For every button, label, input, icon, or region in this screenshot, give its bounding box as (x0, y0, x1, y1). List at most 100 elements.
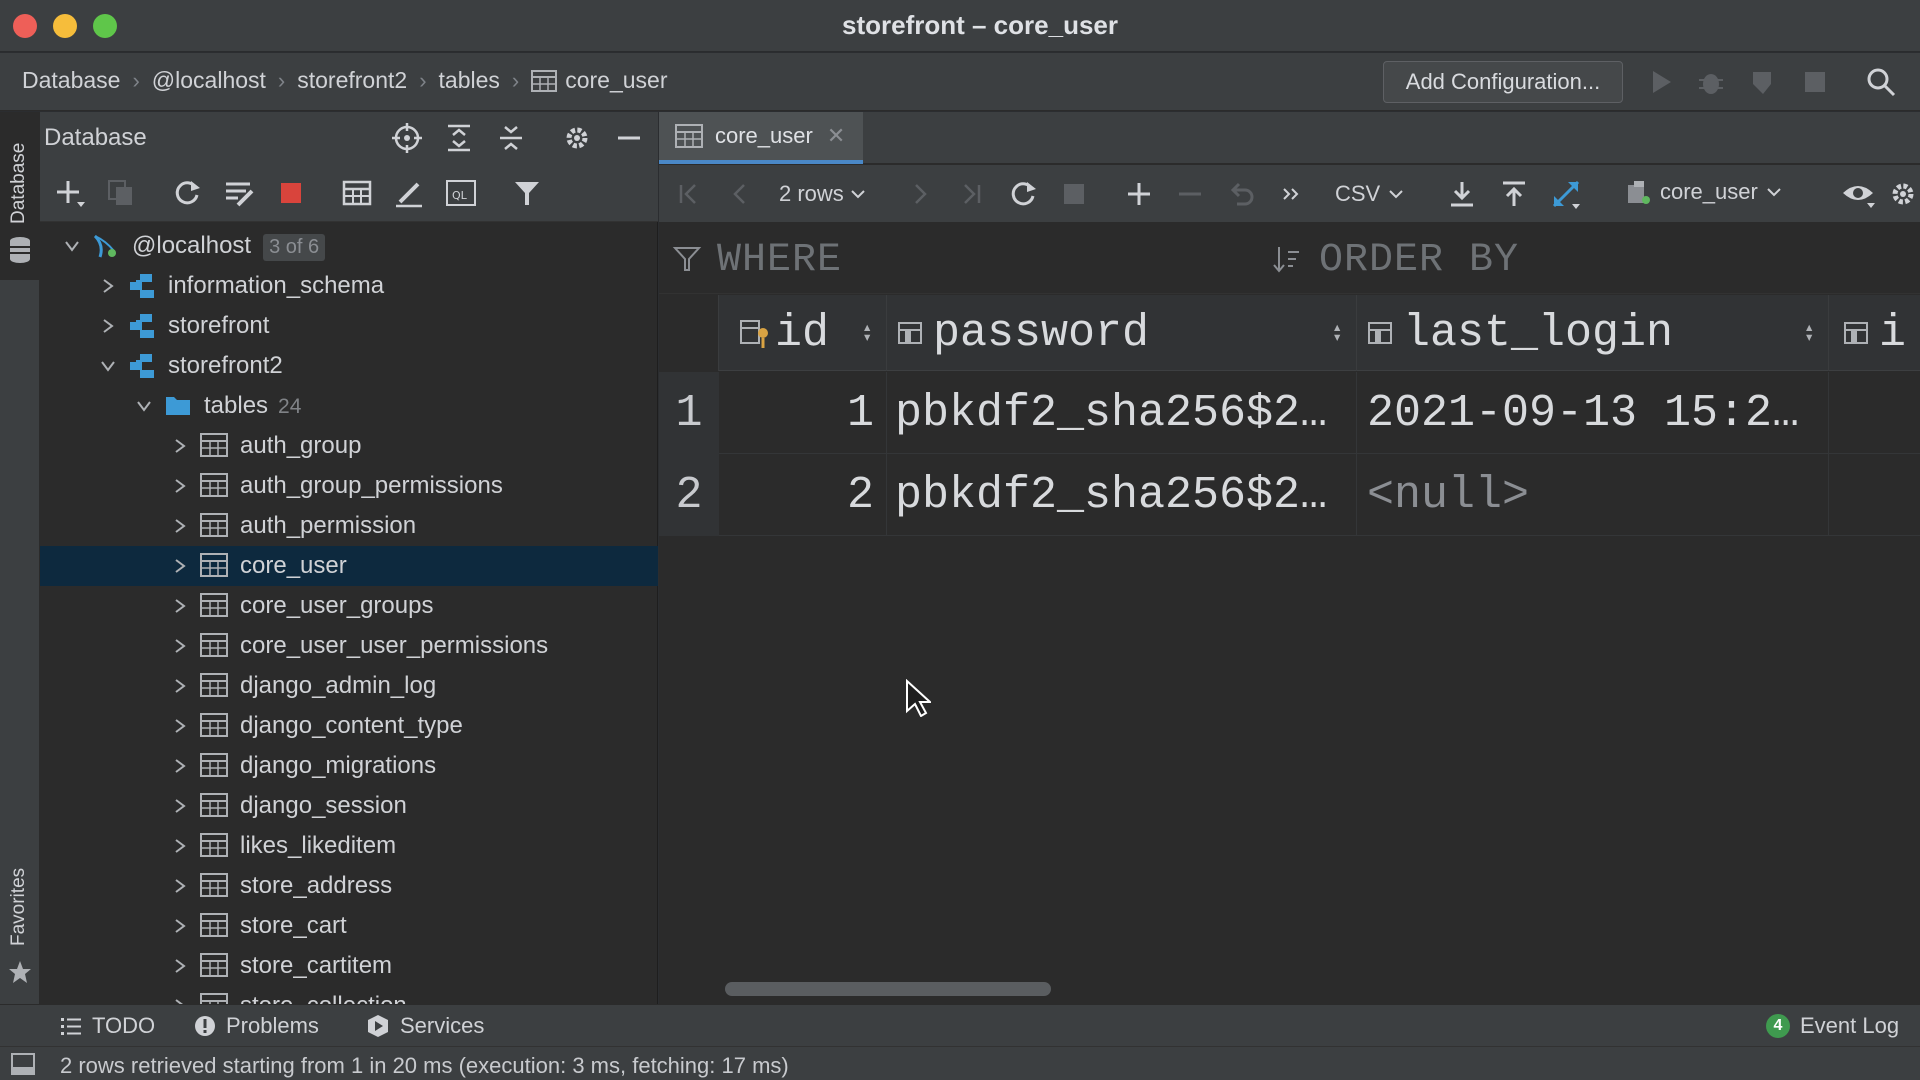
hide-panel-icon[interactable] (612, 121, 646, 155)
tree-item-table[interactable]: django_content_type (40, 706, 658, 746)
chevron-down-icon[interactable] (62, 236, 82, 256)
schema-properties-icon[interactable] (222, 176, 256, 210)
filter-icon[interactable] (510, 176, 544, 210)
where-filter-input[interactable]: WHERE (717, 238, 842, 283)
tree-item-table[interactable]: store_collection (40, 986, 658, 1004)
table-row[interactable]: 2 2 pbkdf2_sha256$2… <null> (659, 454, 1920, 536)
cell-id[interactable]: 2 (719, 454, 887, 536)
tree-item-table[interactable]: django_session (40, 786, 658, 826)
chevron-right-icon[interactable] (170, 756, 190, 776)
sql-console-icon[interactable]: QL (444, 176, 478, 210)
cell-last-login-null[interactable]: <null> (1357, 454, 1829, 536)
table-view-icon[interactable] (340, 176, 374, 210)
tree-item-table[interactable]: auth_permission (40, 506, 658, 546)
horizontal-scrollbar[interactable] (725, 982, 1051, 996)
breadcrumb-schema[interactable]: storefront2 (297, 67, 407, 94)
stop-icon[interactable] (274, 176, 308, 210)
tree-item-table[interactable]: core_user_user_permissions (40, 626, 658, 666)
event-log-tab[interactable]: 4 Event Log (1766, 1013, 1899, 1039)
copy-icon[interactable] (104, 176, 138, 210)
compare-icon[interactable] (1549, 177, 1583, 211)
refresh-icon[interactable] (1006, 177, 1040, 211)
tree-item-table[interactable]: store_cartitem (40, 946, 658, 986)
tree-item-table[interactable]: django_admin_log (40, 666, 658, 706)
column-header-next[interactable]: i (1829, 295, 1920, 371)
chevron-down-icon[interactable] (134, 396, 154, 416)
close-icon[interactable]: ✕ (827, 123, 845, 149)
tree-item-table[interactable]: auth_group (40, 426, 658, 466)
breadcrumb-table[interactable]: core_user (565, 67, 667, 94)
locate-icon[interactable] (390, 121, 424, 155)
problems-tab[interactable]: Problems (194, 1013, 319, 1039)
view-icon[interactable] (1841, 177, 1875, 211)
search-icon[interactable] (1864, 65, 1898, 99)
chevron-right-icon[interactable] (170, 916, 190, 936)
chevron-right-icon[interactable] (170, 556, 190, 576)
tree-item-table[interactable]: store_address (40, 866, 658, 906)
stop-icon[interactable] (1057, 177, 1091, 211)
revert-icon[interactable] (1224, 177, 1258, 211)
previous-page-icon[interactable] (723, 177, 757, 211)
chevron-right-icon[interactable] (170, 436, 190, 456)
tree-item-schema[interactable]: information_schema (40, 266, 658, 306)
stop-icon[interactable] (1798, 65, 1832, 99)
tree-item-tables-folder[interactable]: tables 24 (40, 386, 658, 426)
collapse-all-icon[interactable] (494, 121, 528, 155)
export-format-dropdown[interactable]: CSV (1335, 181, 1404, 207)
delete-row-icon[interactable] (1173, 177, 1207, 211)
tree-item-schema[interactable]: storefront2 (40, 346, 658, 386)
toggle-tool-windows-icon[interactable] (8, 1049, 38, 1079)
tree-item-table[interactable]: auth_group_permissions (40, 466, 658, 506)
first-page-icon[interactable] (672, 177, 706, 211)
download-icon[interactable] (1445, 177, 1479, 211)
column-header-id[interactable]: id ▴ ▾ (719, 295, 887, 371)
gear-icon[interactable] (1886, 177, 1920, 211)
chevron-down-icon[interactable] (98, 356, 118, 376)
chevron-right-icon[interactable] (170, 476, 190, 496)
chevron-right-icon[interactable] (170, 676, 190, 696)
tree-item-host[interactable]: @localhost 3 of 6 (40, 226, 658, 266)
tab-core-user[interactable]: core_user ✕ (659, 112, 863, 164)
chevron-right-icon[interactable] (170, 876, 190, 896)
next-page-icon[interactable] (903, 177, 937, 211)
services-tab[interactable]: Services (366, 1013, 484, 1039)
more-icon[interactable] (1275, 177, 1309, 211)
chevron-right-icon[interactable] (170, 796, 190, 816)
cell-password[interactable]: pbkdf2_sha256$2… (887, 372, 1357, 454)
upload-icon[interactable] (1497, 177, 1531, 211)
column-header-last-login[interactable]: last_login ▴ ▾ (1357, 295, 1829, 371)
tree-item-table[interactable]: store_cart (40, 906, 658, 946)
edit-icon[interactable] (392, 176, 426, 210)
add-configuration-button[interactable]: Add Configuration... (1383, 61, 1623, 103)
chevron-right-icon[interactable] (98, 276, 118, 296)
chevron-right-icon[interactable] (170, 836, 190, 856)
chevron-right-icon[interactable] (170, 996, 190, 1004)
order-by-input[interactable]: ORDER BY (1319, 238, 1519, 283)
chevron-right-icon[interactable] (170, 596, 190, 616)
database-tool-tab[interactable]: Database (0, 112, 40, 280)
breadcrumb-database[interactable]: Database (22, 67, 120, 94)
coverage-icon[interactable] (1746, 65, 1780, 99)
tree-item-table[interactable]: likes_likeditem (40, 826, 658, 866)
refresh-icon[interactable] (170, 176, 204, 210)
chevron-right-icon[interactable] (170, 516, 190, 536)
target-table-dropdown[interactable]: core_user (1626, 179, 1782, 205)
chevron-right-icon[interactable] (170, 956, 190, 976)
cell-last-login[interactable]: 2021-09-13 15:2… (1357, 372, 1829, 454)
breadcrumb-tables[interactable]: tables (439, 67, 500, 94)
last-page-icon[interactable] (954, 177, 988, 211)
chevron-right-icon[interactable] (98, 316, 118, 336)
table-row[interactable]: 1 1 pbkdf2_sha256$2… 2021-09-13 15:2… (659, 372, 1920, 454)
breadcrumb-host[interactable]: @localhost (152, 67, 266, 94)
cell-id[interactable]: 1 (719, 372, 887, 454)
todo-tab[interactable]: TODO (60, 1013, 155, 1039)
row-count-dropdown[interactable]: 2 rows (779, 181, 866, 207)
tree-item-table[interactable]: django_migrations (40, 746, 658, 786)
expand-all-icon[interactable] (442, 121, 476, 155)
add-row-icon[interactable] (1122, 177, 1156, 211)
debug-icon[interactable] (1694, 65, 1728, 99)
add-icon[interactable] (53, 176, 87, 210)
chevron-right-icon[interactable] (170, 636, 190, 656)
chevron-right-icon[interactable] (170, 716, 190, 736)
cell-password[interactable]: pbkdf2_sha256$2… (887, 454, 1357, 536)
